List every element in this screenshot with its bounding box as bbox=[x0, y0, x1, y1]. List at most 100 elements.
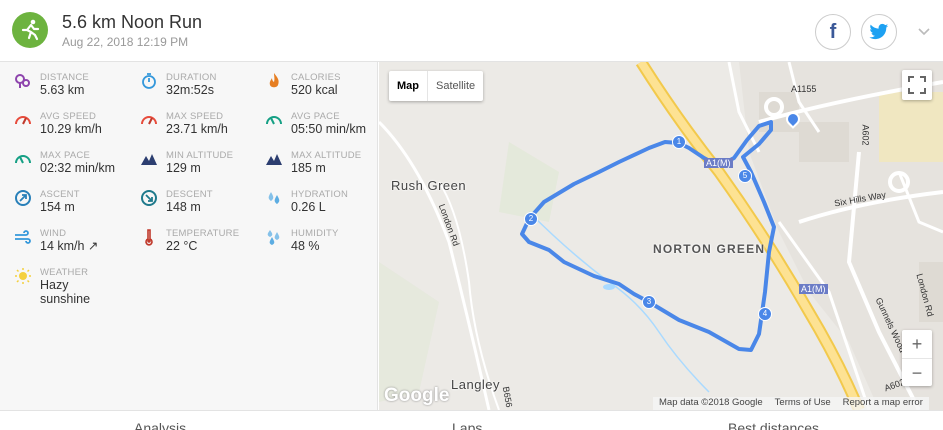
stat-temperature: TEMPERATURE 22 °C bbox=[140, 228, 260, 264]
pace-gauge-icon bbox=[265, 111, 283, 129]
stat-distance: DISTANCE 5.63 km bbox=[14, 72, 134, 108]
stat-weather: WEATHER Hazy sunshine bbox=[14, 267, 134, 306]
chevron-down-icon[interactable] bbox=[915, 22, 933, 40]
activity-title: 5.6 km Noon Run bbox=[62, 12, 203, 32]
map-view-button[interactable]: Map bbox=[389, 71, 428, 101]
terms-of-use-link[interactable]: Terms of Use bbox=[775, 397, 831, 410]
route-marker-2[interactable]: 2 bbox=[524, 212, 538, 226]
facebook-icon: f bbox=[829, 20, 837, 43]
thermometer-icon bbox=[140, 228, 158, 246]
stat-min-altitude: MIN ALTITUDE 129 m bbox=[140, 150, 260, 186]
place-rush-green: Rush Green bbox=[391, 178, 467, 193]
stat-humidity: HUMIDITY 48 % bbox=[265, 228, 385, 264]
stat-max-pace: MAX PACE 02:32 min/km bbox=[14, 150, 134, 186]
route-marker-1[interactable]: 1 bbox=[672, 135, 686, 149]
stat-avg-pace: AVG PACE 05:50 min/km bbox=[265, 111, 385, 147]
stat-label: MAX PACE bbox=[40, 150, 90, 161]
report-map-error-link[interactable]: Report a map error bbox=[843, 397, 923, 410]
stat-value: 22 °C bbox=[166, 239, 198, 253]
fullscreen-icon bbox=[908, 76, 926, 94]
stat-value: 23.71 km/h bbox=[166, 122, 228, 136]
fullscreen-button[interactable] bbox=[902, 70, 932, 100]
stat-label: HYDRATION bbox=[291, 189, 349, 200]
stat-label: MAX SPEED bbox=[166, 111, 224, 122]
stat-value: 129 m bbox=[166, 161, 201, 175]
stat-label: DISTANCE bbox=[40, 72, 89, 83]
stat-avg-speed: AVG SPEED 10.29 km/h bbox=[14, 111, 134, 147]
tab-best-distances[interactable]: Best distances bbox=[728, 420, 819, 430]
stat-value: 48 % bbox=[291, 239, 320, 253]
stopwatch-icon bbox=[140, 72, 158, 90]
road-label-a602: A602 bbox=[860, 124, 871, 146]
route-marker-3[interactable]: 3 bbox=[642, 295, 656, 309]
tab-laps[interactable]: Laps bbox=[452, 420, 482, 430]
stat-value: 154 m bbox=[40, 200, 75, 214]
stat-value: 32m:52s bbox=[166, 83, 214, 97]
running-person-icon bbox=[12, 12, 48, 48]
zoom-out-button[interactable]: − bbox=[902, 358, 932, 386]
twitter-bird-icon bbox=[869, 23, 889, 40]
stat-value: 02:32 min/km bbox=[40, 161, 116, 175]
stat-value: 185 m bbox=[291, 161, 326, 175]
stat-max-altitude: MAX ALTITUDE 185 m bbox=[265, 150, 385, 186]
flame-icon bbox=[265, 72, 283, 90]
route-marker-5[interactable]: 5 bbox=[738, 169, 752, 183]
mountain-icon bbox=[140, 150, 158, 168]
humidity-drops-icon bbox=[265, 228, 283, 246]
stat-wind: WIND 14 km/h ↗ bbox=[14, 228, 134, 264]
stat-label: WIND bbox=[40, 228, 67, 239]
activity-datetime: Aug 22, 2018 12:19 PM bbox=[62, 35, 189, 49]
google-logo: Google bbox=[384, 385, 450, 406]
stat-ascent: ASCENT 154 m bbox=[14, 189, 134, 225]
mountain-icon bbox=[265, 150, 283, 168]
stat-hydration: HYDRATION 0.26 L bbox=[265, 189, 385, 225]
stat-duration: DURATION 32m:52s bbox=[140, 72, 260, 108]
distance-pin-icon bbox=[14, 72, 32, 90]
water-drops-icon bbox=[265, 189, 283, 207]
twitter-share-button[interactable] bbox=[861, 14, 897, 50]
stat-label: ASCENT bbox=[40, 189, 80, 200]
stats-panel: DISTANCE 5.63 km DURATION 32m:52s CALORIES 52… bbox=[0, 62, 378, 410]
stat-label: AVG PACE bbox=[291, 111, 340, 122]
road-label-a1m: A1(M) bbox=[704, 158, 733, 168]
pace-gauge-icon bbox=[14, 150, 32, 168]
map-type-control: Map Satellite bbox=[389, 71, 484, 101]
route-map[interactable]: 1 2 3 4 5 Rush Green NORTON GREEN Langley A1… bbox=[379, 62, 943, 410]
activity-header: 5.6 km Noon Run Aug 22, 2018 12:19 PM f bbox=[0, 0, 943, 62]
tab-analysis[interactable]: Analysis bbox=[134, 420, 186, 430]
stat-value: Hazy sunshine bbox=[40, 278, 91, 306]
stat-label: HUMIDITY bbox=[291, 228, 339, 239]
stat-label: CALORIES bbox=[291, 72, 341, 83]
stat-value: 0.26 L bbox=[291, 200, 326, 214]
wind-icon bbox=[14, 228, 32, 246]
stat-label: WEATHER bbox=[40, 267, 89, 278]
ascent-compass-icon bbox=[14, 189, 32, 207]
stat-descent: DESCENT 148 m bbox=[140, 189, 260, 225]
map-data-credit: Map data ©2018 Google bbox=[659, 397, 763, 408]
descent-compass-icon bbox=[140, 189, 158, 207]
zoom-control: + − bbox=[902, 330, 932, 386]
satellite-view-button[interactable]: Satellite bbox=[428, 71, 483, 101]
stat-label: MAX ALTITUDE bbox=[291, 150, 362, 161]
stat-value: 148 m bbox=[166, 200, 201, 214]
map-attribution: Map data ©2018 Google Terms of Use Repor… bbox=[653, 397, 929, 410]
speedometer-icon bbox=[14, 111, 32, 129]
road-label-a1155: A1155 bbox=[791, 84, 817, 94]
sun-haze-icon bbox=[14, 267, 32, 285]
stat-max-speed: MAX SPEED 23.71 km/h bbox=[140, 111, 260, 147]
stat-label: DURATION bbox=[166, 72, 217, 83]
map-canvas[interactable] bbox=[379, 62, 943, 410]
stat-value: 14 km/h ↗ bbox=[40, 239, 99, 253]
facebook-share-button[interactable]: f bbox=[815, 14, 851, 50]
stat-label: TEMPERATURE bbox=[166, 228, 240, 239]
route-marker-4[interactable]: 4 bbox=[758, 307, 772, 321]
analysis-tabs: Analysis Laps Best distances bbox=[0, 410, 943, 430]
stat-label: AVG SPEED bbox=[40, 111, 97, 122]
place-langley: Langley bbox=[451, 377, 501, 392]
stat-calories: CALORIES 520 kcal bbox=[265, 72, 385, 108]
speedometer-icon bbox=[140, 111, 158, 129]
zoom-in-button[interactable]: + bbox=[902, 330, 932, 358]
stat-value: 520 kcal bbox=[291, 83, 338, 97]
stat-value: 10.29 km/h bbox=[40, 122, 102, 136]
stat-label: MIN ALTITUDE bbox=[166, 150, 234, 161]
